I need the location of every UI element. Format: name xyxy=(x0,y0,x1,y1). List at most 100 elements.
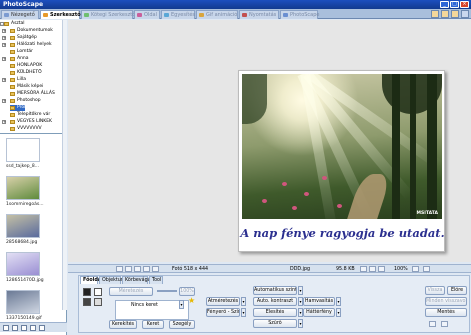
tree-item[interactable]: MERSÓRA ÁLLÁS xyxy=(10,91,55,97)
frame-width-slider[interactable] xyxy=(157,290,177,292)
backlight-button[interactable]: Háttérfény xyxy=(303,308,335,317)
tree-item[interactable]: Anna xyxy=(10,56,29,62)
info-icon[interactable] xyxy=(451,10,459,18)
edited-photo[interactable]: MSITATA A nap fénye ragyogja be utadat. xyxy=(238,70,445,252)
window-icon[interactable] xyxy=(461,10,469,18)
undo-all-button[interactable]: Minden visszavonása xyxy=(425,297,467,306)
forward-icon[interactable] xyxy=(12,325,18,331)
rounding-button[interactable]: Kerekítés xyxy=(109,320,137,329)
fullscreen-icon[interactable] xyxy=(423,266,430,272)
open-file-icon[interactable] xyxy=(429,321,436,327)
tree-expander[interactable]: + xyxy=(2,29,6,33)
folder-icon xyxy=(10,50,15,54)
tab-6[interactable]: Nyomtatás xyxy=(239,10,279,19)
frame-selector[interactable]: Nincs keret xyxy=(115,300,189,320)
thumbnail-image[interactable] xyxy=(6,138,40,162)
thumbnail-image[interactable] xyxy=(6,290,40,314)
resize-adjust-button[interactable]: Átméretezés xyxy=(206,297,240,306)
tree-expander[interactable]: + xyxy=(2,36,6,40)
tree-item[interactable]: Telepítőkre vár xyxy=(10,112,50,118)
auto-contrast-button[interactable]: Auto. kontraszt xyxy=(253,297,297,306)
thumbnail-image[interactable] xyxy=(6,176,40,200)
filter-dropdown[interactable]: ▾ xyxy=(298,319,303,328)
tab-7[interactable]: PhotoScape xyxy=(280,10,320,19)
sharpen-button[interactable]: Élesítés xyxy=(253,308,297,317)
tree-item[interactable]: Asztal xyxy=(4,21,25,27)
thumbnail-image[interactable] xyxy=(6,252,40,276)
tree-item[interactable]: Photoshop xyxy=(10,98,41,104)
resize-dropdown[interactable]: ▾ xyxy=(241,297,246,306)
maximize-button[interactable]: □ xyxy=(450,1,459,8)
percent-button[interactable]: 100% xyxy=(179,287,195,296)
frame-button[interactable]: Keret xyxy=(142,320,164,329)
flip-icon[interactable] xyxy=(134,266,141,272)
help-icon[interactable] xyxy=(431,10,439,18)
favorite-star-icon[interactable]: ★ xyxy=(188,296,195,305)
back-icon[interactable] xyxy=(3,325,9,331)
tree-item[interactable]: Lilla xyxy=(10,77,26,83)
margin-button[interactable]: Szegély xyxy=(169,320,195,329)
crop-icon[interactable] xyxy=(152,266,159,272)
zoom-fit-icon[interactable] xyxy=(369,266,376,272)
tree-expander[interactable]: + xyxy=(2,99,6,103)
brightness-color-button[interactable]: Fényerő - Szín xyxy=(206,308,240,317)
tree-expander[interactable]: + xyxy=(2,120,6,124)
thumbnail-image[interactable] xyxy=(6,214,40,238)
tool-tab-2[interactable]: Körbevágás xyxy=(122,276,153,284)
tab-0[interactable]: Nézegető xyxy=(1,10,39,19)
tree-item[interactable]: KÜLDHETŐ xyxy=(10,70,42,76)
tool-tab-0[interactable]: Főoldal xyxy=(80,276,103,284)
tree-item[interactable]: VVVVVVVV xyxy=(10,126,42,132)
zoom-out-icon[interactable] xyxy=(360,266,367,272)
tree-item[interactable]: Próba xyxy=(10,105,30,111)
frame-dropdown-arrow[interactable]: ▾ xyxy=(179,300,184,309)
rotate-right-icon[interactable] xyxy=(125,266,132,272)
tab-2[interactable]: Kötegi Szerkesztő xyxy=(81,10,135,19)
tool-tab-1[interactable]: Objektum xyxy=(99,276,125,284)
undo-button[interactable]: Vissza xyxy=(425,286,445,295)
tool-tab-3[interactable]: Tool xyxy=(149,276,163,284)
background-color-swatch[interactable] xyxy=(94,288,102,296)
close-button[interactable]: × xyxy=(460,1,469,8)
auto-level-dropdown[interactable]: ▾ xyxy=(298,286,303,295)
file-size: 95.8 KB xyxy=(336,267,355,272)
tab-4[interactable]: Egyesítés xyxy=(161,10,195,19)
tab-3[interactable]: Oldal xyxy=(134,10,160,19)
tree-item[interactable]: VEGYES LINKEK xyxy=(10,119,52,125)
tree-item[interactable]: HONLAPOK xyxy=(10,63,42,69)
tree-item[interactable]: Dokumentumok xyxy=(10,28,53,34)
tree-expander[interactable]: + xyxy=(2,57,6,61)
tab-1[interactable]: Szerkesztő xyxy=(40,10,81,19)
tree-item[interactable]: Hálózati helyek xyxy=(10,42,52,48)
redo-button[interactable]: Előre xyxy=(447,286,467,295)
thumbnail-scrollbar[interactable] xyxy=(62,115,67,310)
folder-icon[interactable] xyxy=(30,325,36,331)
mirror-icon[interactable] xyxy=(143,266,150,272)
tree-expander[interactable]: + xyxy=(2,78,6,82)
frame-color2-swatch[interactable] xyxy=(94,298,102,306)
minimize-button[interactable]: _ xyxy=(440,1,449,8)
brightness-dropdown[interactable]: ▾ xyxy=(241,308,246,317)
tab-5[interactable]: Gif animáció xyxy=(196,10,238,19)
filter-button[interactable]: Szűrő xyxy=(253,319,297,328)
settings-icon[interactable] xyxy=(441,10,449,18)
tree-item[interactable]: Másik képei xyxy=(10,84,43,90)
zoom-in-icon[interactable] xyxy=(378,266,385,272)
zoom-dropdown-icon[interactable] xyxy=(412,266,419,272)
auto-level-button[interactable]: Automatikus szint xyxy=(253,286,297,295)
delete-icon[interactable] xyxy=(39,325,45,331)
rotate-left-icon[interactable] xyxy=(116,266,123,272)
tree-expander[interactable]: + xyxy=(2,43,6,47)
save-button[interactable]: Mentés xyxy=(425,308,467,317)
foreground-color-swatch[interactable] xyxy=(83,288,91,296)
editor-canvas[interactable]: MSITATA A nap fénye ragyogja be utadat. xyxy=(68,20,471,262)
resize-button[interactable]: Méretezés xyxy=(109,287,153,296)
frame-color-swatch[interactable] xyxy=(83,298,91,306)
tree-item[interactable]: Lomtár xyxy=(10,49,33,55)
tree-item[interactable]: Sajátgép xyxy=(10,35,37,41)
bloom-dropdown[interactable]: ▾ xyxy=(336,297,341,306)
print-icon[interactable] xyxy=(441,321,448,327)
backlight-dropdown[interactable]: ▾ xyxy=(336,308,341,317)
bloom-button[interactable]: Hamvasítás xyxy=(303,297,335,306)
refresh-icon[interactable] xyxy=(21,325,27,331)
